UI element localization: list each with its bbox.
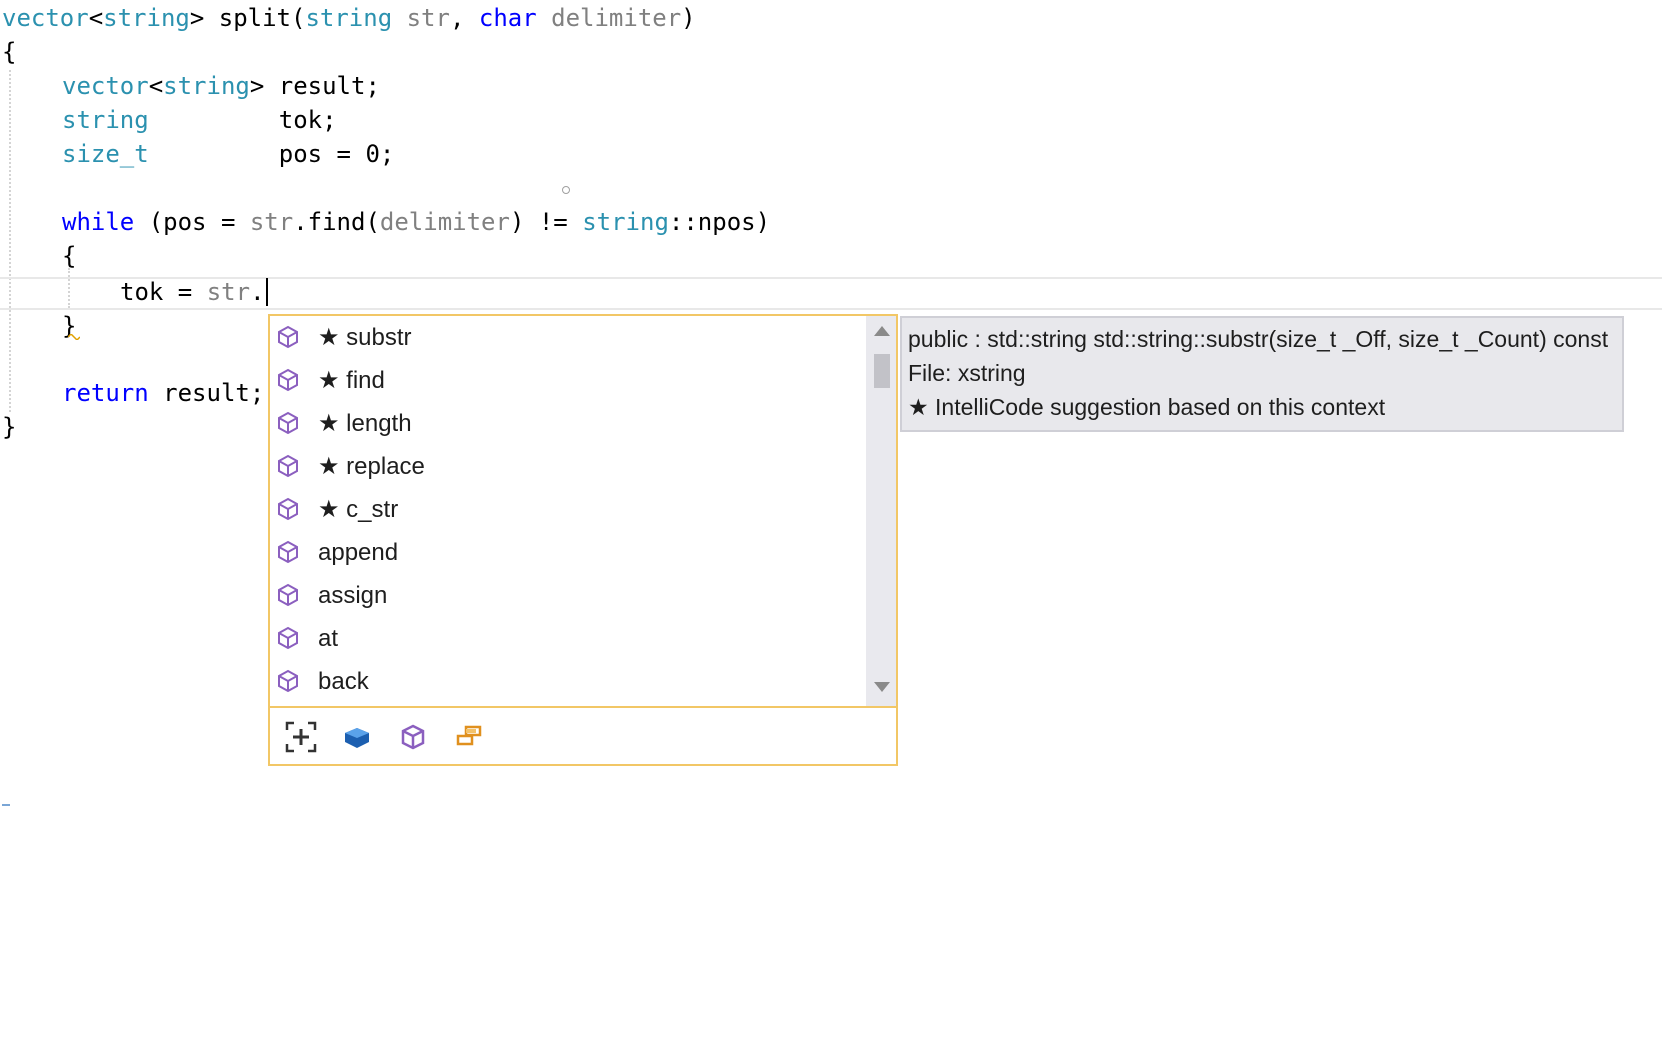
method-cube-icon bbox=[278, 325, 298, 349]
code-token: .find( bbox=[293, 208, 380, 236]
code-line-3[interactable]: vector<string> result; bbox=[62, 69, 380, 103]
code-token: ) != bbox=[509, 208, 583, 236]
completion-item[interactable]: ★ find bbox=[270, 359, 860, 402]
code-token: string bbox=[582, 208, 669, 236]
scroll-thumb[interactable] bbox=[874, 354, 890, 388]
completion-item[interactable]: at bbox=[270, 617, 860, 660]
completion-filter-bar bbox=[270, 706, 896, 764]
code-token: result; bbox=[148, 379, 265, 407]
text-caret bbox=[266, 278, 268, 306]
completion-item[interactable]: ★ replace bbox=[270, 445, 860, 488]
intellicode-note: ★ IntelliCode suggestion based on this c… bbox=[908, 394, 1386, 420]
code-token: delimiter bbox=[551, 4, 682, 32]
code-token: char bbox=[478, 4, 537, 32]
code-token: vector bbox=[62, 72, 149, 100]
completion-items: ★ substr ★ find ★ length ★ replace ★ c_s… bbox=[270, 316, 860, 706]
completion-item[interactable]: ★ c_str bbox=[270, 488, 860, 531]
code-token: { bbox=[62, 242, 77, 270]
code-line-5[interactable]: size_t pos = 0; bbox=[62, 137, 394, 171]
completion-item[interactable]: append bbox=[270, 531, 860, 574]
code-line-8[interactable]: tok = str. bbox=[120, 275, 265, 309]
code-line-10[interactable]: return result; bbox=[62, 376, 264, 410]
signature-text: public : std::string std::string::substr… bbox=[908, 326, 1609, 352]
code-token: , bbox=[449, 4, 479, 32]
method-cube-icon bbox=[278, 368, 298, 392]
method-cube-icon bbox=[278, 669, 298, 693]
code-token: . bbox=[250, 278, 265, 306]
quick-info-tooltip: public : std::string std::string::substr… bbox=[900, 316, 1624, 432]
completion-label: at bbox=[318, 625, 339, 652]
code-token: string bbox=[163, 72, 250, 100]
class-filter-icon[interactable] bbox=[340, 720, 374, 754]
method-cube-icon bbox=[278, 540, 298, 564]
code-token: ) bbox=[681, 4, 696, 32]
completion-item[interactable]: ★ substr bbox=[270, 316, 860, 359]
code-line-6[interactable]: while (pos = str.find(delimiter) != stri… bbox=[62, 205, 770, 239]
field-filter-icon[interactable] bbox=[452, 720, 486, 754]
method-cube-icon bbox=[278, 411, 298, 435]
code-token: < bbox=[148, 72, 164, 100]
method-cube-icon bbox=[278, 454, 298, 478]
completion-item[interactable]: assign bbox=[270, 574, 860, 617]
code-token: pos = 0; bbox=[148, 140, 395, 168]
completion-label: ★ c_str bbox=[318, 496, 399, 523]
method-cube-icon bbox=[278, 626, 298, 650]
scroll-up-arrow-icon[interactable] bbox=[874, 326, 890, 336]
scroll-down-arrow-icon[interactable] bbox=[874, 682, 890, 692]
completion-label: ★ replace bbox=[318, 453, 425, 480]
code-token: return bbox=[62, 379, 149, 407]
code-token: < bbox=[88, 4, 104, 32]
completion-item[interactable]: back bbox=[270, 660, 860, 703]
completion-scrollbar[interactable] bbox=[866, 316, 896, 706]
code-line-1[interactable]: vector<string> split(string str, char de… bbox=[2, 1, 696, 35]
code-token: vector bbox=[2, 4, 89, 32]
completion-label: append bbox=[318, 539, 399, 566]
method-cube-icon bbox=[278, 497, 298, 521]
code-token: > result; bbox=[249, 72, 380, 100]
code-token: tok; bbox=[148, 106, 337, 134]
code-token: string bbox=[305, 4, 393, 32]
method-cube-icon bbox=[278, 583, 298, 607]
completion-label: ★ substr bbox=[318, 324, 412, 351]
completion-label: assign bbox=[318, 582, 388, 609]
code-token: string bbox=[103, 4, 190, 32]
completion-label: back bbox=[318, 668, 369, 695]
code-token: { bbox=[2, 38, 17, 66]
warning-squiggle bbox=[68, 334, 80, 340]
code-token: string bbox=[62, 106, 149, 134]
code-token: > split( bbox=[189, 4, 306, 32]
file-text: File: xstring bbox=[908, 360, 1026, 386]
code-line-7[interactable]: { bbox=[62, 239, 76, 273]
code-token: str bbox=[406, 4, 450, 32]
adornment-dot bbox=[562, 186, 570, 194]
completion-label: ★ find bbox=[318, 367, 385, 394]
method-filter-icon[interactable] bbox=[396, 720, 430, 754]
code-line-11[interactable]: } bbox=[2, 410, 16, 444]
code-token: tok = bbox=[120, 278, 207, 306]
code-token: str bbox=[249, 208, 294, 236]
code-token: while bbox=[62, 208, 135, 236]
code-token: ::npos) bbox=[668, 208, 771, 236]
code-line-2[interactable]: { bbox=[2, 35, 16, 69]
code-token: size_t bbox=[62, 140, 149, 168]
completion-label: ★ length bbox=[318, 410, 412, 437]
code-token: (pos = bbox=[134, 208, 250, 236]
completion-item[interactable]: ★ length bbox=[270, 402, 860, 445]
indent-guide bbox=[9, 70, 11, 412]
code-token: } bbox=[2, 413, 17, 441]
margin-marker bbox=[2, 804, 10, 806]
expand-filter-icon[interactable] bbox=[284, 720, 318, 754]
completion-list[interactable]: ★ substr ★ find ★ length ★ replace ★ c_s… bbox=[268, 314, 898, 766]
code-line-4[interactable]: string tok; bbox=[62, 103, 337, 137]
code-token: str bbox=[206, 278, 251, 306]
code-token: delimiter bbox=[379, 208, 510, 236]
